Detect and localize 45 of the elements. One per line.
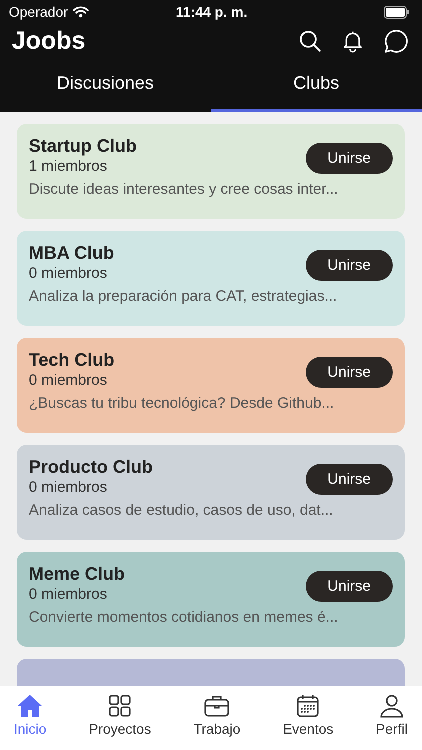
join-button[interactable]: Unirse (306, 464, 393, 495)
nav-item[interactable]: Perfil (368, 694, 416, 750)
member-count: 0 miembros (29, 479, 108, 496)
club-title: Startup Club (29, 136, 137, 157)
wifi-icon (73, 6, 90, 18)
member-count: 0 miembros (29, 265, 108, 282)
carrier-name: Operador (9, 4, 68, 20)
join-button[interactable]: Unirse (306, 357, 393, 388)
app-title: Joobs (12, 26, 86, 56)
join-button[interactable]: Unirse (306, 143, 393, 174)
member-count: 0 miembros (29, 372, 108, 389)
search-icon[interactable] (298, 29, 322, 53)
club-card[interactable]: Producto Club 0 miembros Unirse Analiza casos de estudio, casos de uso, dat... (17, 445, 405, 540)
notification-bell-icon[interactable] (342, 29, 364, 53)
club-title: Producto Club (29, 457, 153, 478)
tab[interactable]: Discusiones (0, 58, 211, 112)
club-card[interactable]: Tech Club 0 miembros Unirse ¿Buscas tu tribu tecnológica? Desde Github... (17, 338, 405, 433)
status-time: 11:44 p. m. (176, 4, 248, 20)
calendar-icon (296, 694, 320, 718)
club-description: Analiza casos de estudio, casos de uso, dat... (29, 502, 334, 519)
club-description: Analiza la preparación para CAT, estrategias... (29, 288, 338, 305)
chat-bubble-icon[interactable] (384, 28, 409, 54)
club-card[interactable]: MBA Club 0 miembros Unirse Analiza la preparación para CAT, estrategias... (17, 231, 405, 326)
member-count: 0 miembros (29, 586, 108, 603)
home-icon (17, 694, 44, 718)
club-description: Discute ideas interesantes y cree cosas inter... (29, 181, 340, 198)
join-button[interactable]: Unirse (306, 250, 393, 281)
club-card[interactable]: Startup Club 1 miembros Unirse Discute ideas interesantes y cree cosas inter... (17, 124, 405, 219)
nav-item[interactable]: Trabajo (186, 694, 249, 750)
nav-item[interactable]: Inicio (6, 694, 55, 750)
nav-item[interactable]: Proyectos (81, 694, 160, 750)
club-card[interactable]: Meme Club 0 miembros Unirse Convierte momentos cotidianos en memes é... (17, 552, 405, 647)
member-count: 1 miembros (29, 158, 108, 175)
battery-icon (384, 6, 410, 18)
club-title: Tech Club (29, 350, 115, 371)
join-button[interactable]: Unirse (306, 571, 393, 602)
grid-icon (108, 694, 132, 718)
club-description: ¿Buscas tu tribu tecnológica? Desde Github... (29, 395, 336, 412)
tab[interactable]: Clubs (211, 58, 422, 112)
club-description: Convierte momentos cotidianos en memes é... (29, 609, 340, 626)
nav-item[interactable]: Eventos (275, 694, 342, 750)
club-title: MBA Club (29, 243, 114, 264)
person-icon (380, 694, 404, 718)
briefcase-icon (204, 694, 230, 718)
club-title: Meme Club (29, 564, 126, 585)
